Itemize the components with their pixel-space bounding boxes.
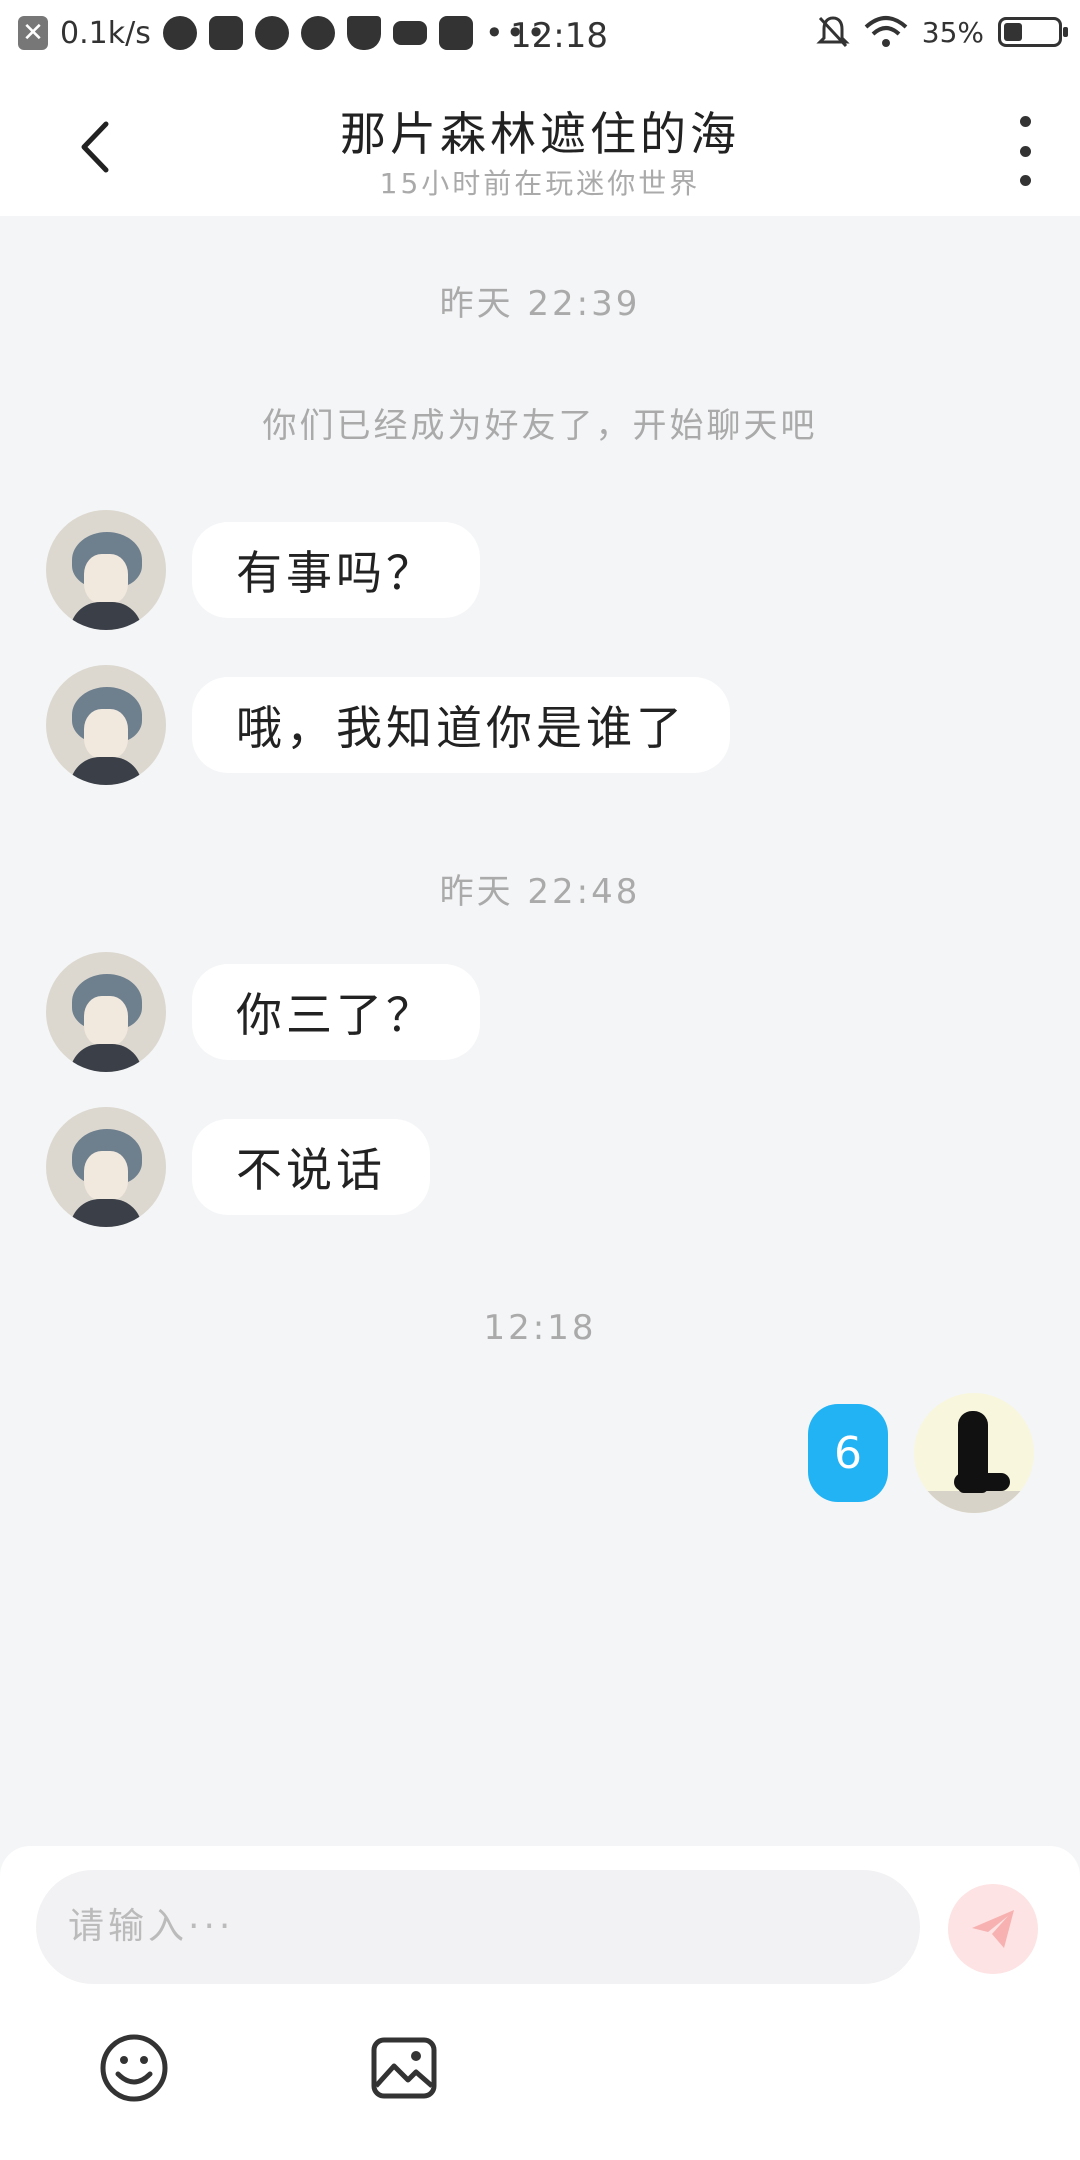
play-icon <box>208 16 243 50</box>
my-avatar[interactable] <box>914 1393 1034 1513</box>
image-icon[interactable] <box>368 2032 440 2104</box>
emoji-icon[interactable] <box>98 2032 170 2104</box>
my-message-bubble[interactable]: 6 <box>808 1404 888 1502</box>
message-row: 你三了？ <box>46 952 480 1072</box>
shield-icon <box>346 16 381 50</box>
message-bubble[interactable]: 不说话 <box>192 1119 430 1215</box>
friend-avatar[interactable] <box>46 1107 166 1227</box>
app-icon <box>438 16 473 50</box>
crown-icon <box>392 21 427 45</box>
friend-avatar[interactable] <box>46 952 166 1072</box>
status-left: ✕ 0.1k/s ••• <box>18 14 547 52</box>
timestamp: 昨天 22:48 <box>439 872 641 912</box>
message-bubble[interactable]: 你三了？ <box>192 964 480 1060</box>
chat-subtitle: 15小时前在玩迷你世界 <box>379 167 701 200</box>
close-icon: ✕ <box>18 16 48 50</box>
planet-icon <box>300 16 335 50</box>
pinwheel-icon <box>254 16 289 50</box>
status-bar: ✕ 0.1k/s ••• 12:18 35% <box>0 0 1080 72</box>
timestamp: 12:18 <box>483 1308 597 1348</box>
chat-title: 那片森林遮住的海 <box>340 107 740 161</box>
input-bar: 请输入··· <box>0 1846 1080 2160</box>
friend-avatar[interactable] <box>46 510 166 630</box>
message-row: 哦，我知道你是谁了 <box>46 665 730 785</box>
mute-bell-icon <box>816 16 850 48</box>
more-vertical-icon[interactable] <box>1010 116 1040 186</box>
message-row: 有事吗？ <box>46 510 480 630</box>
message-bubble[interactable]: 有事吗？ <box>192 522 480 618</box>
wifi-icon <box>864 16 908 47</box>
status-time: 12:18 <box>510 16 608 56</box>
weather-cloud-icon <box>162 16 197 50</box>
system-message: 你们已经成为好友了，开始聊天吧 <box>262 406 818 446</box>
network-speed: 0.1k/s <box>60 15 151 51</box>
battery-percent: 35% <box>921 15 984 49</box>
friend-avatar[interactable] <box>46 665 166 785</box>
status-right: 35% <box>816 14 1068 50</box>
timestamp: 昨天 22:39 <box>439 284 641 324</box>
message-row: 不说话 <box>46 1107 430 1227</box>
send-button[interactable] <box>948 1884 1038 1974</box>
my-message-row: 6 <box>808 1393 1034 1513</box>
message-bubble[interactable]: 哦，我知道你是谁了 <box>192 677 730 773</box>
paper-plane-icon <box>972 1910 1014 1948</box>
message-input[interactable]: 请输入··· <box>36 1870 920 1984</box>
battery-icon <box>998 17 1068 47</box>
chat-header: 那片森林遮住的海 15小时前在玩迷你世界 <box>0 72 1080 216</box>
